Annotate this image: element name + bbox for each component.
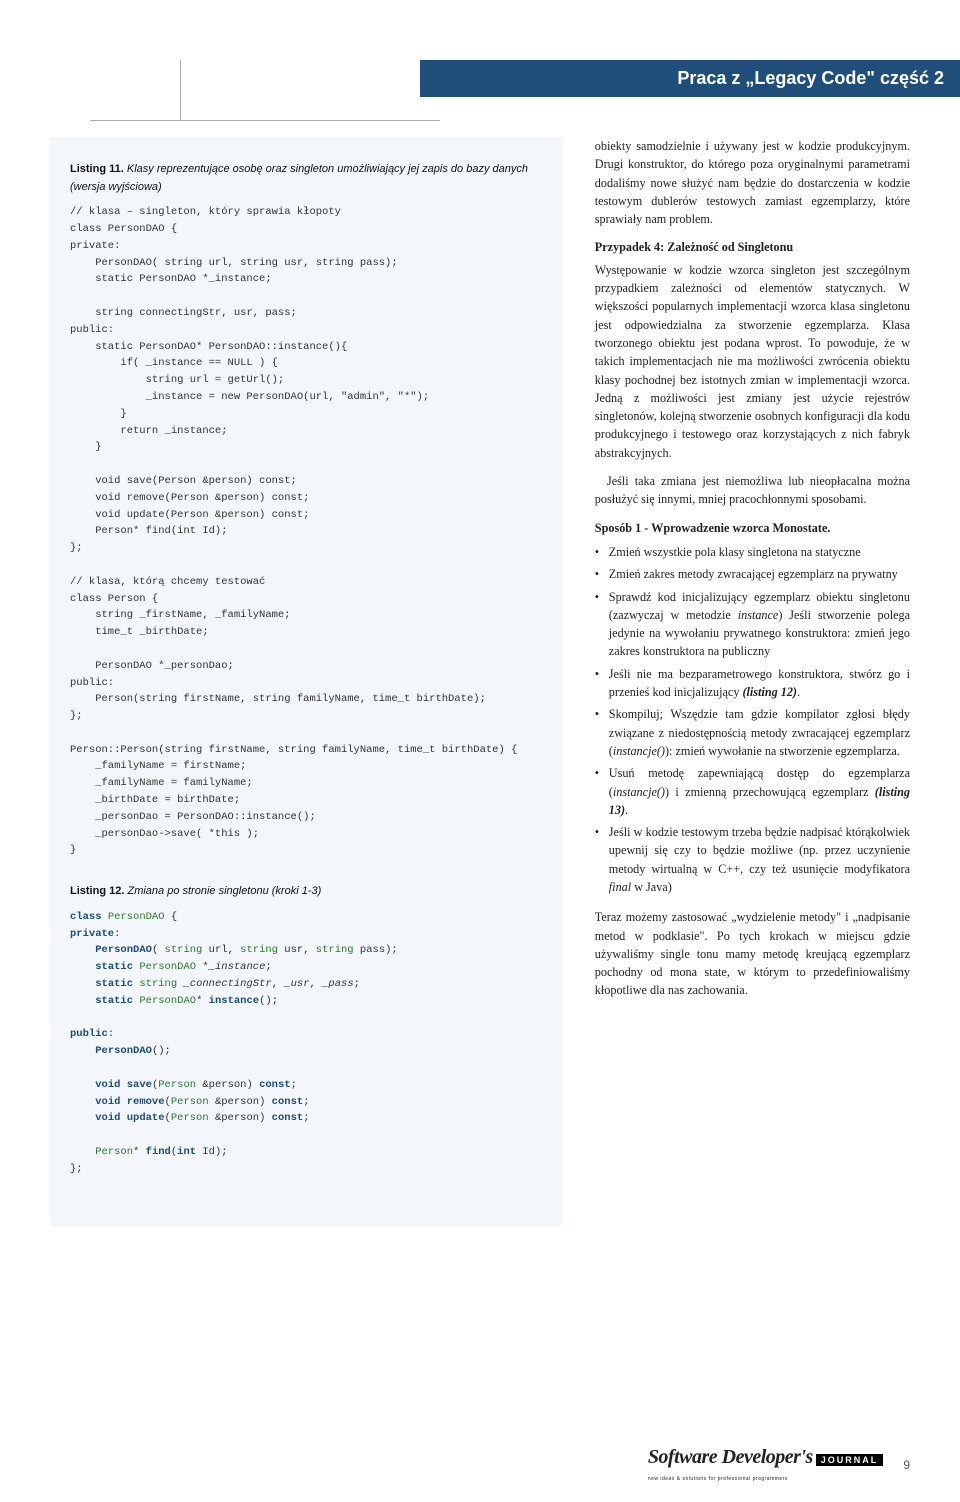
list-item: Usuń metodę zapewniającą dostęp do egzem…	[595, 764, 910, 819]
list-item: Jeśli nie ma bezparametrowego konstrukto…	[595, 665, 910, 702]
right-column: obiekty samodzielnie i używany jest w ko…	[595, 137, 910, 1226]
paragraph-1: obiekty samodzielnie i używany jest w ko…	[595, 137, 910, 228]
paragraph-after: Teraz możemy zastosować „wydzielenie met…	[595, 908, 910, 999]
listing-11-caption: Klasy reprezentujące osobę oraz singleto…	[70, 163, 528, 193]
footer-subtitle: new ideas & solutions for professional p…	[648, 1476, 788, 1482]
decorative-horizontal-line	[90, 120, 440, 121]
footer: Software Developer's JOURNAL new ideas &…	[50, 1446, 910, 1484]
footer-brand-block: Software Developer's JOURNAL new ideas &…	[648, 1446, 884, 1484]
listing-11-code: // klasa – singleton, który sprawia kłop…	[70, 204, 543, 859]
steps-list: Zmień wszystkie pola klasy singletona na…	[595, 543, 910, 896]
decorative-vertical-line	[180, 60, 181, 121]
list-item: Jeśli w kodzie testowym trzeba będzie na…	[595, 823, 910, 896]
listing-11-prefix: Listing 11.	[70, 163, 124, 175]
content-columns: Listing 11. Klasy reprezentujące osobę o…	[50, 137, 910, 1226]
footer-journal: JOURNAL	[816, 1454, 884, 1466]
listing-12-code: class PersonDAO { private: PersonDAO( st…	[70, 909, 543, 1178]
page-title: Praca z „Legacy Code" część 2	[677, 68, 944, 88]
list-item: Skompiluj; Wszędzie tam gdzie kompilator…	[595, 705, 910, 760]
method-1-title: Sposób 1 - Wprowadzenie wzorca Monostate…	[595, 519, 910, 537]
page-number: 9	[903, 1458, 910, 1472]
list-item: Zmień wszystkie pola klasy singletona na…	[595, 543, 910, 561]
page: Praca z „Legacy Code" część 2 Listing 11…	[0, 60, 960, 1502]
footer-brand: Software Developer's	[648, 1446, 813, 1468]
listing-11-title: Listing 11. Klasy reprezentujące osobę o…	[70, 161, 543, 196]
list-item: Sprawdź kod inicjalizujący egzemplarz ob…	[595, 588, 910, 661]
listing-12-prefix: Listing 12.	[70, 885, 124, 897]
case-4-title: Przypadek 4: Zależność od Singletonu	[595, 238, 910, 256]
paragraph-2: Występowanie w kodzie wzorca singleton j…	[595, 261, 910, 462]
paragraph-3: Jeśli taka zmiana jest niemożliwa lub ni…	[595, 472, 910, 509]
list-item: Zmień zakres metody zwracającej egzempla…	[595, 565, 910, 583]
left-column: Listing 11. Klasy reprezentujące osobę o…	[50, 137, 563, 1226]
listing-12-title: Listing 12. Zmiana po stronie singletonu…	[70, 883, 543, 901]
listing-12-caption: Zmiana po stronie singletonu (kroki 1-3)	[127, 885, 321, 897]
page-title-bar: Praca z „Legacy Code" część 2	[420, 60, 960, 97]
